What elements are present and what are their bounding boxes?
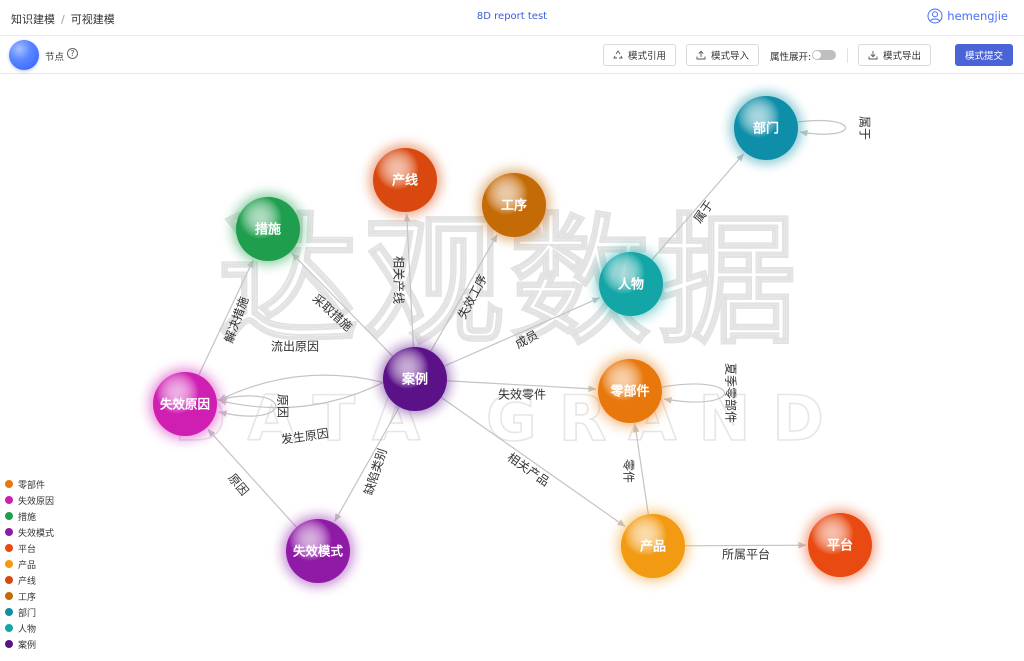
graph-node-label: 产品: [640, 539, 666, 555]
legend-label: 案例: [18, 640, 37, 651]
top-bar: 知识建模 / 可视建模 8D report test hemengjie: [0, 0, 1024, 36]
edge-label: 零件: [622, 459, 636, 483]
graph-node-label: 部门: [753, 121, 779, 137]
graph-node-mode[interactable]: 失效模式: [283, 516, 353, 586]
legend-item[interactable]: 工序: [5, 588, 54, 604]
legend-label: 零部件: [18, 480, 46, 491]
edge-label: 夏季零部件: [724, 363, 739, 423]
legend-item[interactable]: 失效原因: [5, 492, 54, 508]
legend-item[interactable]: 产线: [5, 572, 54, 588]
legend-label: 部门: [18, 608, 37, 619]
legend-label: 产品: [18, 560, 37, 571]
graph-svg: 达观数据 DATA GRAND 属于属于相关产线 失效工序采取措施成员解决措施流出…: [150, 93, 875, 586]
legend-color-dot: [5, 544, 13, 552]
legend-item[interactable]: 部门: [5, 604, 54, 620]
legend-label: 措施: [18, 512, 37, 523]
edge-label: 属于: [858, 116, 872, 140]
legend-color-dot: [5, 592, 13, 600]
graph-node-proc[interactable]: 工序: [479, 170, 549, 240]
graph-node-case[interactable]: 案例: [380, 344, 450, 414]
edge-label: 相关产线: [392, 256, 406, 304]
legend-item[interactable]: 平台: [5, 540, 54, 556]
legend-color-dot: [5, 512, 13, 520]
legend-label: 失效原因: [18, 496, 55, 507]
legend-label: 平台: [18, 544, 37, 555]
edge-line[interactable]: [684, 541, 807, 549]
legend-label: 产线: [18, 576, 37, 587]
schema-import-button[interactable]: 模式导入: [686, 44, 759, 66]
graph-node-label: 失效原因: [160, 397, 210, 412]
document-title: 8D report test: [476, 11, 548, 22]
legend-color-dot: [5, 480, 13, 488]
schema-submit-button[interactable]: 模式提交: [955, 44, 1013, 66]
legend-item[interactable]: 措施: [5, 508, 54, 524]
graph-node-meas[interactable]: 措施: [233, 194, 303, 264]
graph-node-label: 产线: [392, 173, 418, 189]
toolbar: 节点 ? 模式引用 模式导入 属性展开: 模式导出 模式提交: [0, 37, 1024, 74]
legend-color-dot: [5, 608, 13, 616]
schema-reference-label: 模式引用: [627, 51, 666, 62]
legend-color-dot: [5, 560, 13, 568]
graph-node-label: 案例: [401, 372, 428, 388]
recycle-icon: [613, 50, 623, 59]
graph-node-prod[interactable]: 产品: [618, 511, 688, 581]
node-label: 节点: [45, 52, 65, 63]
upload-icon: [696, 50, 706, 60]
graph-node-label: 平台: [827, 538, 853, 554]
schema-export-label: 模式导出: [882, 51, 921, 62]
attribute-expand-toggle[interactable]: [812, 50, 836, 60]
schema-reference-button[interactable]: 模式引用: [603, 44, 676, 66]
graph-node-label: 工序: [501, 198, 527, 214]
graph-node-person[interactable]: 人物: [596, 249, 666, 319]
legend-label: 失效模式: [18, 528, 55, 539]
edge-label: 失效零件: [498, 387, 546, 402]
graph-node-label: 零部件: [609, 384, 649, 400]
legend-item[interactable]: 产品: [5, 556, 54, 572]
graph-node-label: 失效模式: [293, 544, 344, 559]
graph-node-part[interactable]: 零部件: [595, 356, 665, 426]
legend-label: 工序: [18, 592, 37, 603]
schema-submit-label: 模式提交: [964, 51, 1003, 62]
legend-item[interactable]: 人物: [5, 620, 54, 636]
graph-node-line[interactable]: 产线: [370, 145, 440, 215]
graph-canvas[interactable]: 达观数据 DATA GRAND 属于 属于 相关产线 失效工序 采取措施 成员 解决措施 流出…: [0, 75, 1024, 661]
legend-color-dot: [5, 528, 13, 536]
graph-node-dept[interactable]: 部门: [731, 93, 801, 163]
legend-item[interactable]: 失效模式: [5, 524, 54, 540]
download-icon: [868, 51, 878, 60]
edge-label: 原因: [276, 394, 290, 418]
user-menu[interactable]: hemengjie: [927, 8, 1008, 24]
help-icon[interactable]: ?: [67, 48, 78, 59]
user-avatar-icon: [927, 8, 943, 24]
attribute-expand-label: 属性展开:: [770, 52, 812, 63]
graph-node-plat[interactable]: 平台: [805, 510, 875, 580]
legend: 零部件失效原因措施失效模式平台产品产线工序部门人物案例: [5, 476, 54, 652]
legend-color-dot: [5, 576, 13, 584]
toolbar-divider: [847, 48, 848, 63]
graph-node-label: 人物: [618, 277, 644, 293]
legend-color-dot: [5, 640, 13, 648]
legend-label: 人物: [18, 624, 37, 635]
schema-export-button[interactable]: 模式导出: [858, 44, 931, 66]
graph-node-cause[interactable]: 失效原因: [150, 369, 220, 439]
legend-item[interactable]: 零部件: [5, 476, 54, 492]
legend-color-dot: [5, 496, 13, 504]
legend-color-dot: [5, 624, 13, 632]
graph-node-label: 措施: [255, 222, 281, 238]
toggle-knob: [813, 51, 821, 59]
edge-label: 原因: [225, 471, 251, 498]
edge-line[interactable]: [797, 119, 846, 137]
edge-label: 所属平台: [722, 547, 770, 562]
user-name: hemengjie: [947, 9, 1008, 23]
node-palette-ball[interactable]: [9, 40, 39, 70]
legend-item[interactable]: 案例: [5, 636, 54, 652]
schema-import-label: 模式导入: [710, 51, 749, 62]
edge-label: 流出原因: [271, 340, 319, 354]
